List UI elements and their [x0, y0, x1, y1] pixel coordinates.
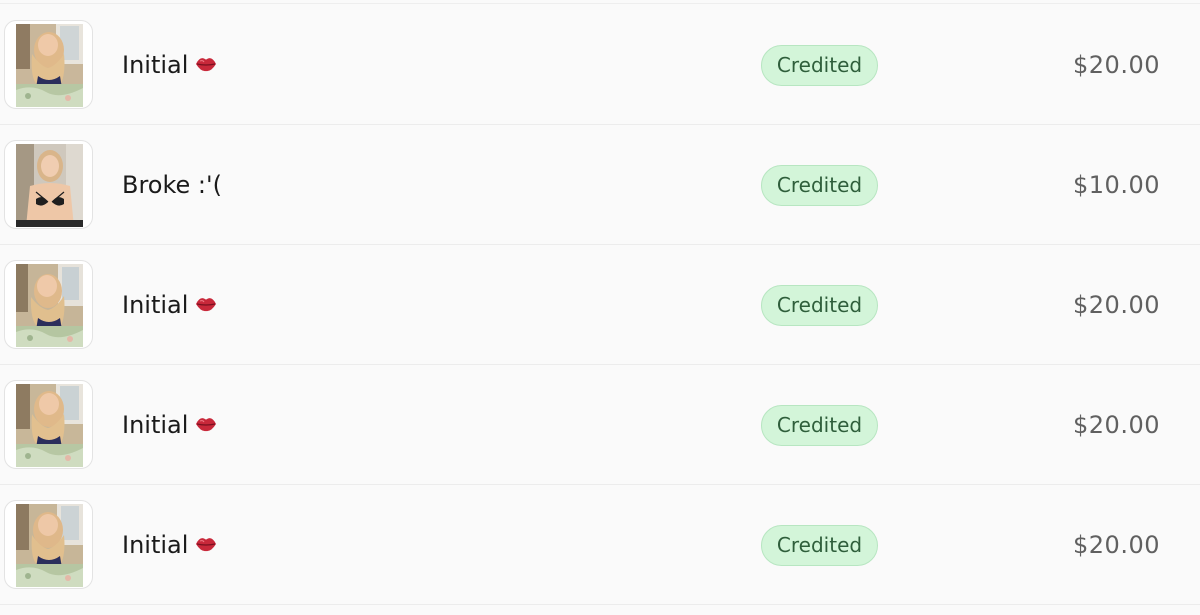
- transaction-amount: $20.00: [1073, 411, 1160, 439]
- thumbnail[interactable]: [4, 140, 93, 229]
- transaction-list: Initial Credited $20.00 Broke:'(Credit…: [0, 0, 1200, 615]
- lips-icon: [194, 52, 218, 74]
- thumbnail-image: [16, 384, 83, 467]
- transaction-title-text: Initial: [122, 291, 189, 319]
- status-badge: Credited: [761, 285, 878, 326]
- thumbnail[interactable]: [4, 380, 93, 469]
- thumbnail[interactable]: [4, 260, 93, 349]
- thumbnail-image: [16, 264, 83, 347]
- transaction-row[interactable]: Initial Credited $20.00: [0, 5, 1200, 125]
- transaction-title-text: Initial: [122, 531, 189, 559]
- transaction-amount: $20.00: [1073, 531, 1160, 559]
- transaction-amount: $20.00: [1073, 291, 1160, 319]
- transaction-row[interactable]: Broke :'( Credited $10.00: [0, 125, 1200, 245]
- thumbnail-image: [16, 144, 83, 227]
- lips-icon: [194, 292, 218, 314]
- thumbnail[interactable]: [4, 20, 93, 109]
- transaction-title: Initial: [122, 410, 218, 440]
- transaction-amount: $20.00: [1073, 51, 1160, 79]
- transaction-row[interactable]: Initial Credited $20.00: [0, 245, 1200, 365]
- lips-icon: [194, 412, 218, 434]
- thumbnail-image: [16, 24, 83, 107]
- transaction-title-text: Initial: [122, 411, 189, 439]
- thumbnail-image: [16, 504, 83, 587]
- transaction-amount: $10.00: [1073, 171, 1160, 199]
- transaction-title: Initial: [122, 290, 218, 320]
- transaction-title: Initial: [122, 50, 218, 80]
- status-badge: Credited: [761, 525, 878, 566]
- status-badge: Credited: [761, 45, 878, 86]
- lips-icon: [194, 532, 218, 554]
- transaction-row[interactable]: Initial Credited $20.00: [0, 365, 1200, 485]
- status-badge: Credited: [761, 405, 878, 446]
- transaction-title: Broke :'(: [122, 170, 222, 200]
- status-badge: Credited: [761, 165, 878, 206]
- transaction-row[interactable]: Initial Credited $20.00: [0, 485, 1200, 605]
- transaction-title-text: Initial: [122, 51, 189, 79]
- thumbnail[interactable]: [4, 500, 93, 589]
- transaction-title: Initial: [122, 530, 218, 560]
- transaction-title-text: Broke :'(: [122, 171, 222, 199]
- divider: [0, 3, 1200, 4]
